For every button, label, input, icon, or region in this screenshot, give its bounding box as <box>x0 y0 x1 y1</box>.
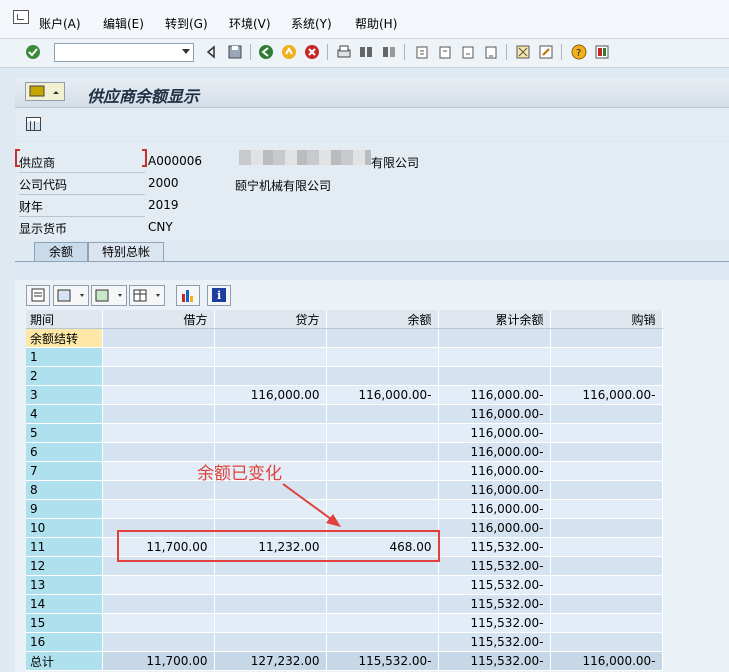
annotation-arrow <box>282 483 341 527</box>
